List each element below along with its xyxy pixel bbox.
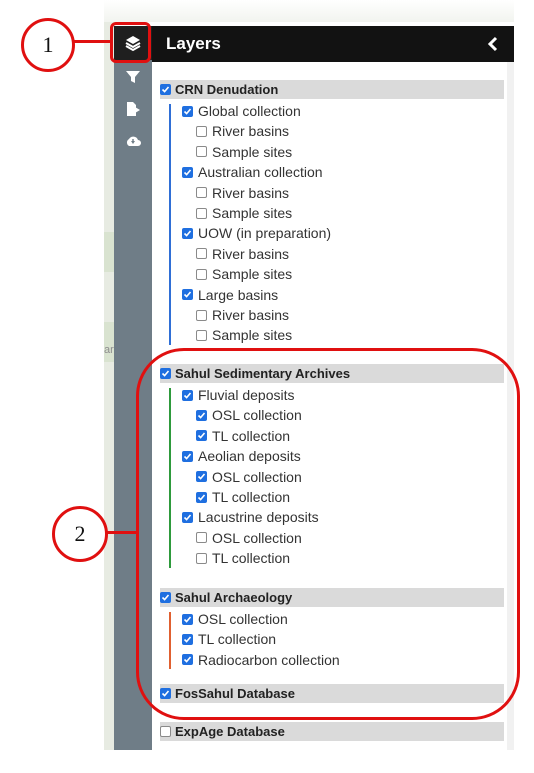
callout-1-highlight [110,22,151,63]
callout-2-number: 2 [74,521,86,546]
layer-group-header[interactable]: CRN Denudation [160,80,504,99]
callout-2-connector [106,531,138,534]
layer-item[interactable]: Large basins [182,285,278,305]
collapse-panel-button[interactable] [482,32,504,56]
layer-subitem[interactable]: Sample sites [196,203,292,223]
checkbox-unchecked[interactable] [196,268,207,280]
callout-1-connector [74,40,111,43]
callout-2-highlight [136,348,520,720]
checkbox-unchecked[interactable] [196,125,207,137]
filter-icon [126,71,140,83]
map-background-top [104,0,514,22]
layer-subitem[interactable]: River basins [196,305,289,325]
layer-label: River basins [212,184,290,201]
layer-label: River basins [212,307,290,323]
checkbox-unchecked[interactable] [196,329,207,341]
map-label: ar [104,344,114,356]
export-tab-button[interactable] [118,94,148,124]
layer-subitem[interactable]: Sample sites [196,325,292,345]
callout-2-badge: 2 [52,506,108,562]
layer-label: Sample sites [212,327,293,344]
checkbox-unchecked[interactable] [160,726,171,737]
layer-label: UOW (in preparation) [198,225,332,242]
panel-header: Layers [152,26,514,62]
callout-1-number: 1 [42,32,54,57]
checkbox-checked[interactable] [182,105,193,117]
checkmark-icon [183,230,192,237]
layer-item[interactable]: Global collection [182,101,301,121]
group-indent-line [169,104,171,345]
chevron-left-icon [487,36,498,52]
checkbox-unchecked[interactable] [196,146,207,158]
layer-item[interactable]: UOW (in preparation) [182,223,331,243]
layer-group-header[interactable]: ExpAge Database [160,722,504,741]
layer-label: Sample sites [212,205,293,221]
cloud-download-icon [126,136,141,146]
checkbox-unchecked[interactable] [196,207,207,219]
layer-group-label: CRN Denudation [175,82,279,97]
layer-group-label: ExpAge Database [175,724,285,739]
panel-title: Layers [166,34,221,53]
layer-label: Australian collection [198,164,323,181]
layer-label: Sample sites [212,266,293,283]
checkmark-icon [183,107,192,115]
checkbox-checked[interactable] [182,227,193,239]
layer-subitem[interactable]: Sample sites [196,142,292,162]
checkbox-unchecked[interactable] [196,309,207,321]
layer-subitem[interactable]: River basins [196,121,289,141]
layer-label: Large basins [198,286,279,303]
checkbox-unchecked[interactable] [196,248,207,260]
file-export-icon [127,102,140,116]
layer-label: River basins [212,123,290,140]
layer-label: Sample sites [212,143,293,160]
checkbox-checked[interactable] [182,166,193,178]
checkmark-icon [183,291,192,298]
checkmark-icon [161,86,170,93]
map-background[interactable] [104,22,114,750]
layer-subitem[interactable]: River basins [196,183,289,203]
checkmark-icon [183,169,192,176]
checkbox-unchecked[interactable] [196,187,207,199]
layer-label: Global collection [198,103,301,119]
layer-subitem[interactable]: Sample sites [196,264,292,284]
download-tab-button[interactable] [118,126,148,156]
checkbox-checked[interactable] [182,289,193,301]
layer-subitem[interactable]: River basins [196,244,289,264]
layer-item[interactable]: Australian collection [182,162,323,182]
callout-1-badge: 1 [21,18,75,72]
filter-tab-button[interactable] [118,62,148,92]
layer-label: River basins [212,245,290,262]
checkbox-checked[interactable] [160,84,171,95]
